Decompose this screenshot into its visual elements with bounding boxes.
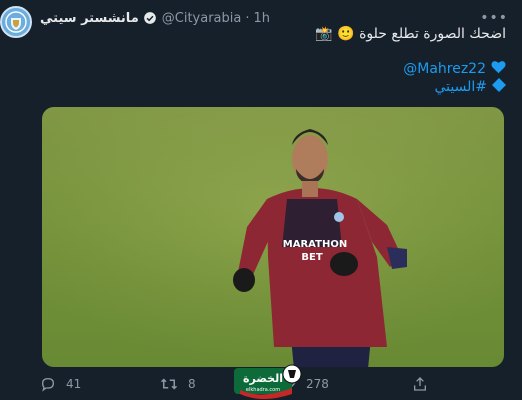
camera-emoji: 📸	[315, 26, 333, 42]
shirt-sponsor-line1: MARATHON	[283, 239, 347, 250]
watermark-subtext: elkhadra.com	[246, 387, 280, 393]
reply-icon	[41, 377, 55, 392]
retweet-button[interactable]: 8	[160, 376, 196, 392]
retweet-count: 8	[188, 377, 196, 391]
share-button[interactable]	[412, 376, 428, 392]
club-crest-icon	[2, 8, 30, 36]
tweet-photo[interactable]: MARATHON BET	[42, 107, 504, 367]
tweet-text-line-1: اضحك الصورة تطلع حلوة 🙂 📸	[315, 26, 506, 42]
tweet-text-line-2: @Mahrez22	[403, 60, 506, 78]
reply-count: 41	[66, 377, 82, 391]
author-name[interactable]: مانشستر سيتي	[40, 11, 139, 26]
separator: ·	[245, 10, 250, 26]
smile-emoji: 🙂	[337, 26, 355, 42]
share-icon	[414, 377, 426, 391]
verified-badge-icon	[143, 11, 157, 25]
blue-diamond-icon	[492, 78, 506, 96]
watermark-text: الخضرة	[243, 372, 283, 385]
retweet-icon	[160, 378, 178, 390]
timestamp[interactable]: 1h	[253, 11, 270, 26]
tweet-text-line-3: #السيتي	[435, 78, 506, 96]
tweet-text: اضحك الصورة تطلع حلوة	[359, 26, 506, 42]
author-handle[interactable]: @Cityarabia	[162, 11, 242, 26]
like-count: 278	[306, 377, 329, 391]
mention-link[interactable]: @Mahrez22	[403, 61, 486, 77]
watermark-logo: الخضرة elkhadra.com	[232, 360, 308, 400]
hashtag-link[interactable]: #السيتي	[435, 79, 488, 95]
more-options-icon[interactable]: •••	[480, 10, 508, 26]
reply-button[interactable]: 41	[40, 376, 81, 392]
tweet[interactable]: مانشستر سيتي @Cityarabia · 1h ••• اضحك ا…	[0, 0, 522, 400]
player-photo-image: MARATHON BET	[42, 107, 504, 367]
shirt-sponsor-line2: BET	[301, 252, 322, 263]
blue-heart-icon	[491, 60, 506, 78]
tweet-header: مانشستر سيتي @Cityarabia · 1h	[40, 8, 270, 28]
avatar[interactable]	[0, 6, 32, 38]
